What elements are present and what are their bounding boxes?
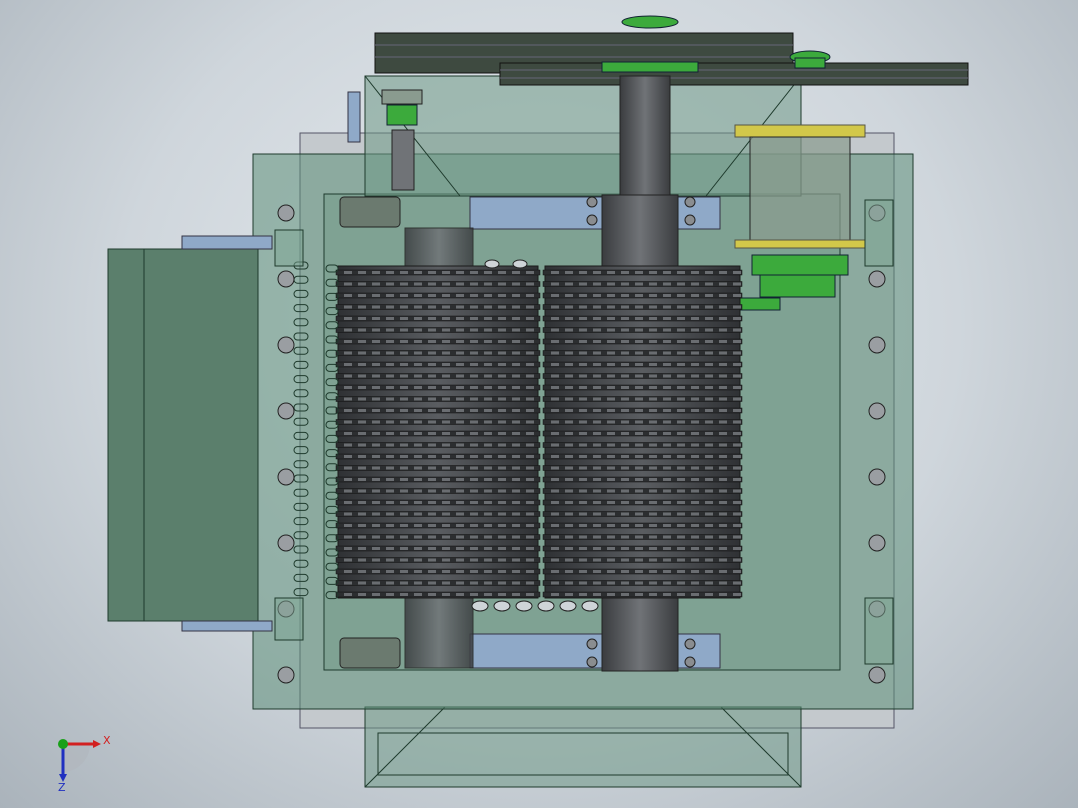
shredder-assembly-model[interactable]: X Z [0,0,1078,808]
right-cutter-stack [542,265,743,599]
y-axis-dot [58,739,68,749]
z-axis-label: Z [58,781,66,794]
orientation-triad[interactable]: X Z [58,734,111,794]
drive-shaft [619,75,671,197]
left-motor-housing [107,235,273,632]
cad-viewport[interactable]: X Z [0,0,1078,808]
lower-hopper [364,706,802,788]
x-axis-label: X [103,734,111,747]
left-cutter-stack [335,265,541,599]
